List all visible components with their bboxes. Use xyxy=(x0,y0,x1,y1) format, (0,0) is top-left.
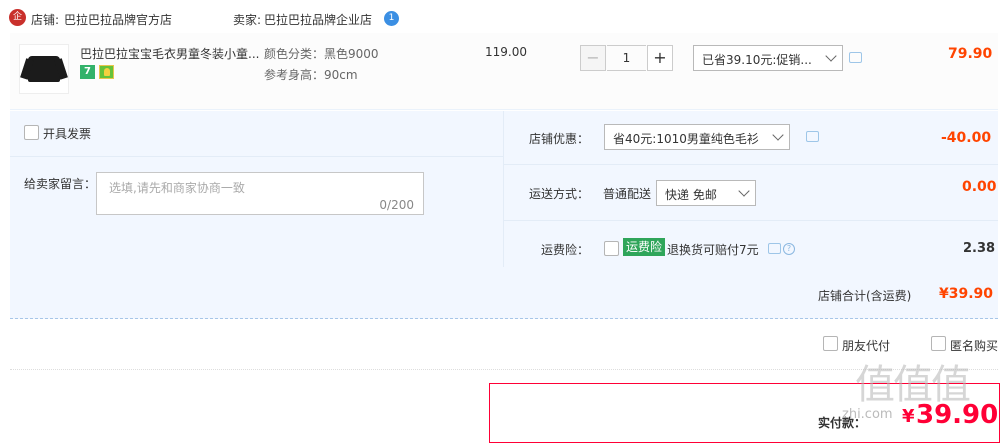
insurance-tag: 运费险 xyxy=(623,238,666,256)
shop-total-label: 店铺合计(含运费) xyxy=(818,289,912,303)
promotion-select[interactable]: 已省39.10元:促销... xyxy=(693,45,843,71)
shipping-select[interactable]: 快递 免邮 xyxy=(656,180,756,206)
shop-discount-select[interactable]: 省40元:1010男童纯色毛衫 xyxy=(604,124,790,150)
help-icon[interactable]: ? xyxy=(783,243,795,255)
shop-discount-selected: 省40元:1010男童纯色毛衫 xyxy=(613,132,759,146)
seller-label: 卖家: xyxy=(233,13,262,27)
quantity-decrease-button[interactable]: − xyxy=(580,45,606,71)
invoice-checkbox[interactable] xyxy=(24,125,39,140)
item-thumbnail[interactable] xyxy=(19,44,69,94)
shipping-selected: 快递 免邮 xyxy=(665,188,717,202)
message-label: 给卖家留言： xyxy=(24,177,97,191)
shop-name-link[interactable]: 巴拉巴拉品牌官方店 xyxy=(64,11,172,28)
anonymous-checkbox[interactable] xyxy=(931,336,946,351)
shop-total-amount: ¥39.90 xyxy=(939,286,994,302)
message-placeholder: 选填,请先和商家协商一致 xyxy=(109,181,245,195)
divider xyxy=(503,164,998,165)
message-input[interactable]: 选填,请先和商家协商一致 0/200 xyxy=(96,172,424,215)
shipping-amount: 0.00 xyxy=(962,179,997,195)
insurance-checkbox[interactable] xyxy=(604,241,619,256)
chevron-down-icon xyxy=(738,185,750,197)
quantity-increase-button[interactable]: + xyxy=(647,45,673,71)
watermark-site: zhi.com xyxy=(842,407,893,422)
message-icon[interactable] xyxy=(849,52,862,63)
shipping-label: 运送方式： xyxy=(529,187,590,201)
message-icon[interactable] xyxy=(768,243,781,254)
divider xyxy=(503,220,998,221)
insurance-amount: 2.38 xyxy=(963,241,996,256)
item-title-link[interactable]: 巴拉巴拉宝宝毛衣男童冬装小童... xyxy=(80,45,260,62)
divider xyxy=(10,369,998,370)
height-spec: 参考身高：90cm xyxy=(264,66,358,83)
chevron-down-icon xyxy=(772,129,784,141)
guarantee-icon xyxy=(99,65,114,79)
divider xyxy=(10,156,503,157)
friend-pay-checkbox[interactable] xyxy=(823,336,838,351)
promotion-selected: 已省39.10元:促销... xyxy=(702,53,812,67)
seller-name-link[interactable]: 巴拉巴拉品牌企业店 xyxy=(264,11,372,28)
insurance-desc: 退换货可赔付7元 xyxy=(667,243,759,257)
shipping-method: 普通配送 xyxy=(603,187,652,201)
unit-price: 119.00 xyxy=(485,45,527,59)
seller-chat-icon[interactable]: 1 xyxy=(384,11,399,26)
shop-label: 店铺: xyxy=(31,13,60,27)
height-value: 90cm xyxy=(324,68,358,82)
item-subtotal: 79.90 xyxy=(948,46,993,62)
color-label: 颜色分类： xyxy=(264,47,325,61)
shop-discount-label: 店铺优惠： xyxy=(529,132,590,146)
watermark-logo: 值值值 xyxy=(855,362,971,408)
height-label: 参考身高： xyxy=(264,68,325,82)
color-value: 黑色9000 xyxy=(324,47,379,61)
sweater-image xyxy=(28,56,60,82)
message-icon[interactable] xyxy=(806,131,819,142)
quantity-input[interactable]: 1 xyxy=(607,45,646,71)
seven-day-return-icon: 7 xyxy=(80,65,95,79)
shop-discount-amount: -40.00 xyxy=(941,130,992,146)
insurance-label: 运费险： xyxy=(541,243,590,257)
shop-icon: 企 xyxy=(9,9,26,26)
chevron-down-icon xyxy=(825,50,837,62)
color-spec: 颜色分类：黑色9000 xyxy=(264,45,379,62)
message-counter: 0/200 xyxy=(379,198,414,212)
invoice-label: 开具发票 xyxy=(43,127,92,141)
